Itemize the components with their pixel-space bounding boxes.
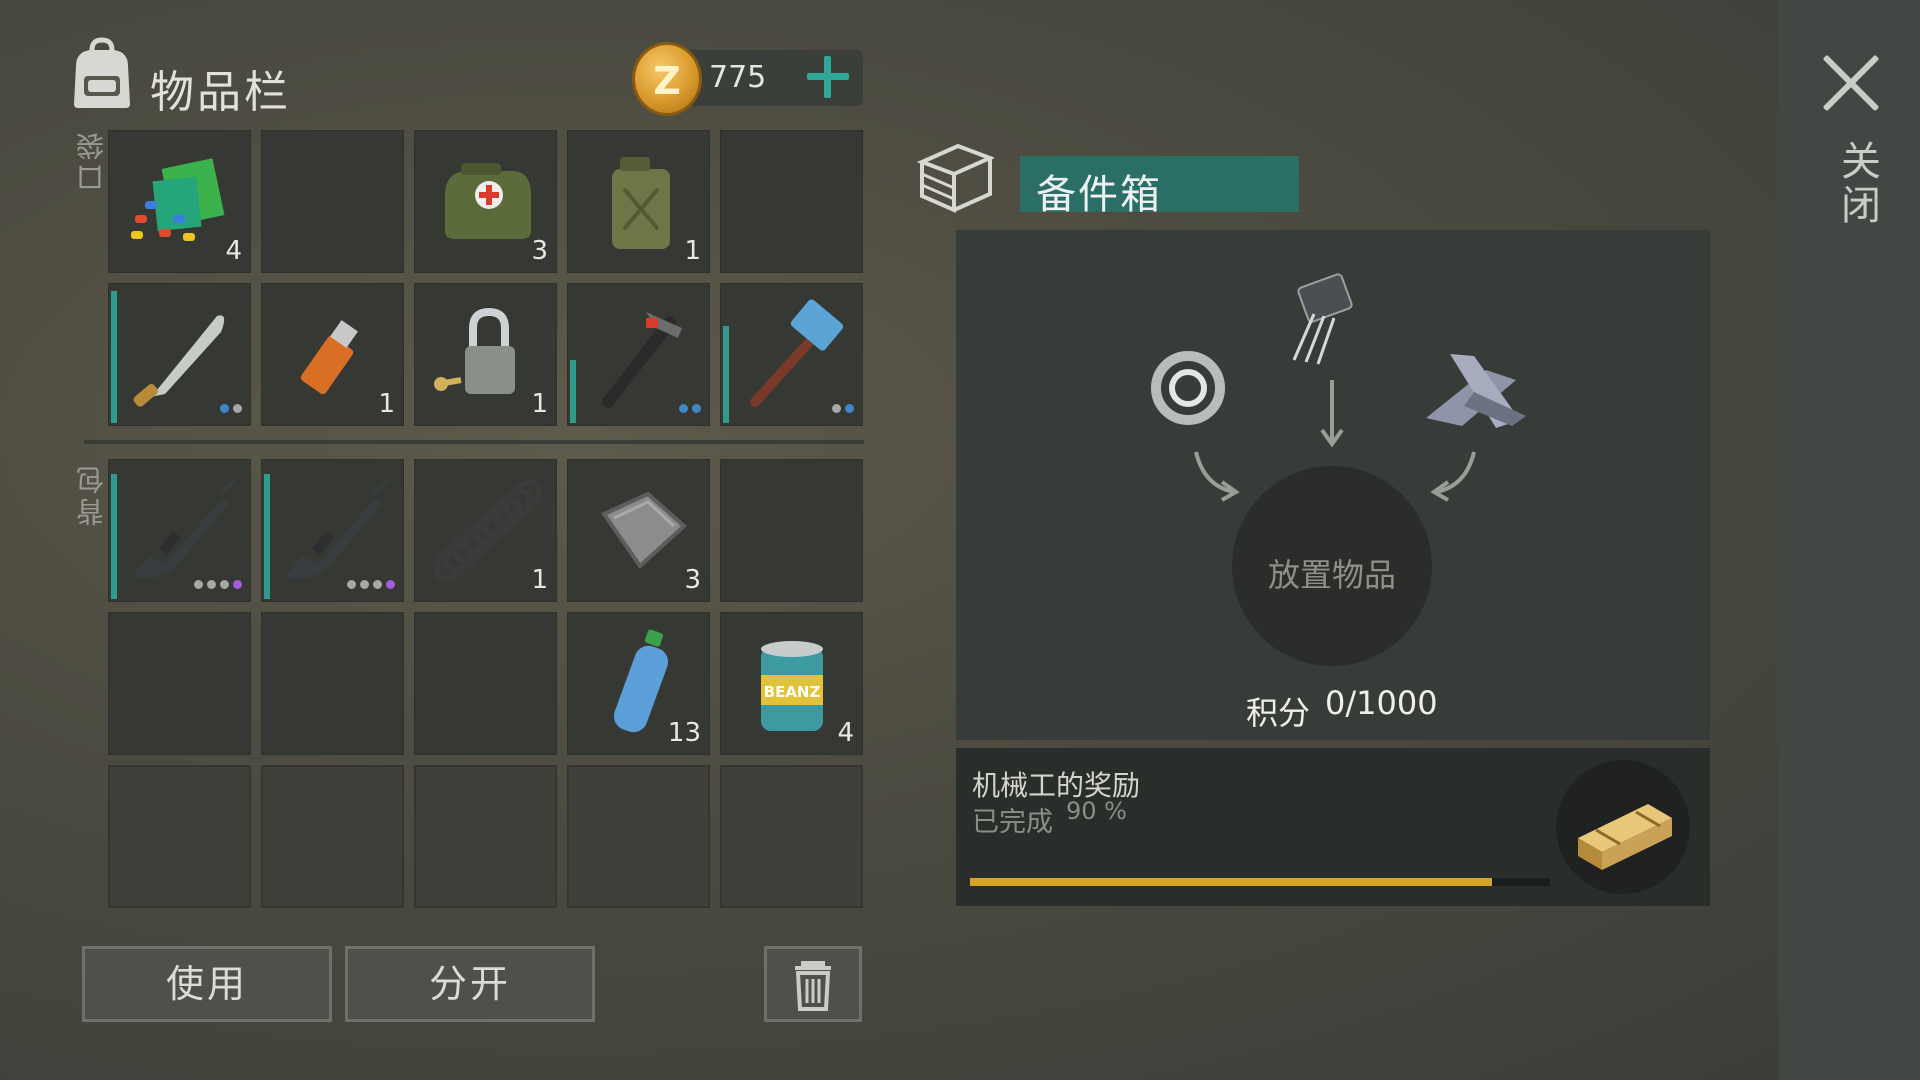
item-quantity: 3: [531, 236, 548, 266]
durability-bar: [111, 474, 117, 599]
slot-paint-kit[interactable]: 4: [108, 130, 251, 273]
slot-machete[interactable]: [108, 283, 251, 426]
durability-bar: [723, 326, 729, 423]
drop-item-label: 放置物品: [1267, 556, 1396, 594]
slot-beans-can[interactable]: BEANZ 4: [720, 612, 863, 755]
bearing-icon[interactable]: [1151, 351, 1225, 425]
spring-icon: [433, 479, 541, 582]
beans-can-icon: BEANZ: [761, 641, 823, 731]
item-quantity: 1: [531, 389, 548, 419]
item-quantity: 4: [225, 236, 242, 266]
trash-icon: [795, 961, 831, 1011]
reward-crate-button[interactable]: [1556, 760, 1690, 894]
section-divider: [84, 440, 864, 444]
item-quantity: 1: [378, 389, 395, 419]
backpack-icon: [74, 37, 130, 108]
slot-empty[interactable]: [720, 459, 863, 602]
padlock-icon: [434, 307, 515, 394]
transistor-icon[interactable]: [1292, 273, 1353, 365]
slot-rifle-1[interactable]: [108, 459, 251, 602]
parts-box-icon: [916, 143, 994, 214]
quality-dots: [194, 580, 242, 589]
slot-usb[interactable]: 1: [261, 283, 404, 426]
rifle-icon: [284, 478, 388, 578]
slot-first-aid-bag[interactable]: 3: [414, 130, 557, 273]
pocket-label: 口袋: [75, 128, 108, 192]
metal-scraps-icon[interactable]: [1426, 354, 1526, 428]
sledgehammer-icon: [750, 299, 844, 407]
locked-slot: [720, 765, 863, 908]
item-quantity: 1: [531, 565, 548, 595]
item-quantity: 3: [684, 565, 701, 595]
close-label[interactable]: 关闭: [1828, 140, 1886, 228]
delete-button[interactable]: [764, 946, 862, 1022]
slot-empty[interactable]: [261, 130, 404, 273]
jerrycan-icon: [612, 157, 670, 249]
quality-dots: [220, 404, 242, 413]
split-button[interactable]: 分开: [345, 946, 595, 1022]
locked-slot: [567, 765, 710, 908]
reward-percent: 90 %: [1066, 797, 1127, 825]
svg-text:BEANZ: BEANZ: [764, 683, 821, 701]
slot-water-bottle[interactable]: 13: [567, 612, 710, 755]
slot-metal-plate[interactable]: 3: [567, 459, 710, 602]
item-quantity: 4: [837, 718, 854, 748]
slot-jerrycan[interactable]: 1: [567, 130, 710, 273]
slot-empty[interactable]: [108, 612, 251, 755]
reward-progress-bar: [970, 878, 1550, 886]
usb-drive-icon: [300, 320, 358, 395]
slot-empty[interactable]: [720, 130, 863, 273]
first-aid-bag-icon: [445, 163, 531, 239]
locked-slot: [261, 765, 404, 908]
colorful-kit-icon: [131, 158, 225, 241]
hammer-icon: [602, 312, 682, 408]
reward-progress-fill: [970, 878, 1492, 886]
slot-empty[interactable]: [414, 612, 557, 755]
durability-bar: [264, 474, 270, 599]
slot-hammer[interactable]: [567, 283, 710, 426]
coin-icon: Z: [632, 42, 702, 116]
slot-empty[interactable]: [261, 612, 404, 755]
item-quantity: 1: [684, 236, 701, 266]
slot-rifle-2[interactable]: [261, 459, 404, 602]
locked-slot: [414, 765, 557, 908]
close-icon[interactable]: [1820, 52, 1882, 114]
durability-bar: [111, 291, 117, 423]
machete-icon: [133, 315, 225, 407]
score-value: 0/1000: [1325, 684, 1438, 722]
backpack-label: 背包: [75, 462, 108, 526]
weapon-crate-icon: [1578, 804, 1672, 870]
quality-dots: [679, 404, 701, 413]
use-button[interactable]: 使用: [82, 946, 332, 1022]
metal-plate-icon: [600, 491, 687, 570]
slot-spring[interactable]: 1: [414, 459, 557, 602]
durability-bar: [570, 360, 576, 423]
slot-sledgehammer[interactable]: [720, 283, 863, 426]
item-quantity: 13: [667, 718, 701, 748]
quality-dots: [347, 580, 395, 589]
locked-slot: [108, 765, 251, 908]
add-coins-button[interactable]: [804, 54, 850, 100]
reward-status: 已完成: [972, 807, 1053, 838]
parts-box-title: 备件箱: [1036, 172, 1162, 218]
inventory-title: 物品栏: [150, 67, 291, 118]
coin-value: 775: [709, 60, 767, 95]
slot-padlock[interactable]: 1: [414, 283, 557, 426]
score-label: 积分: [1246, 694, 1311, 732]
quality-dots: [832, 404, 854, 413]
rifle-icon: [131, 478, 235, 578]
